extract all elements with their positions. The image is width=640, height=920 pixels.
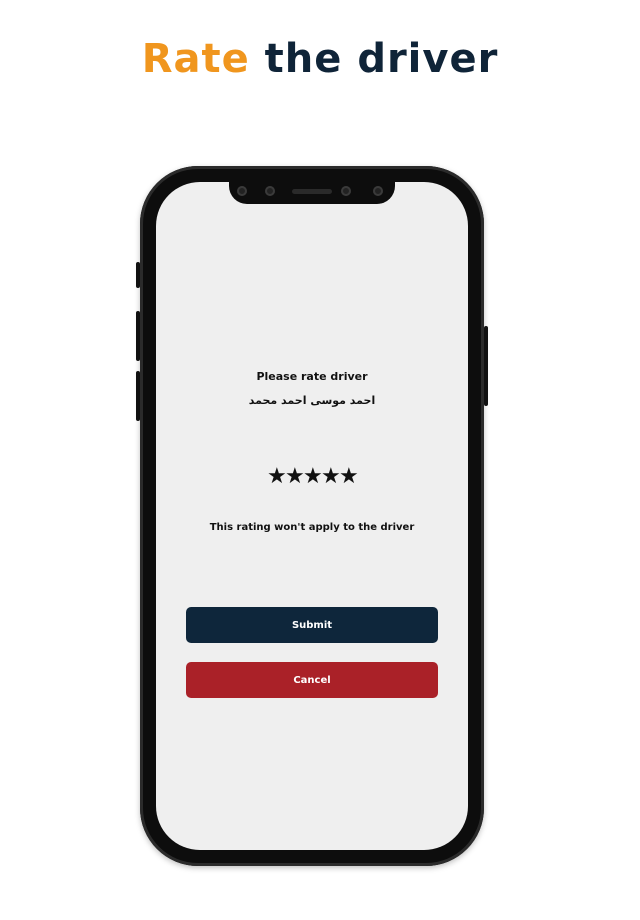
sensor-icon [237,186,247,196]
headline-accent-word: Rate [141,36,250,82]
star-rating[interactable]: ★★★★★ [156,466,468,488]
page-headline: Rate the driver [0,36,640,82]
earpiece-speaker [292,189,332,194]
star-icon-3[interactable]: ★ [303,466,323,488]
phone-notch [229,182,395,204]
volume-up-button [136,262,140,288]
rate-prompt: Please rate driver [256,370,368,383]
rating-note: This rating won't apply to the driver [209,522,415,533]
power-button [484,326,488,406]
driver-name: احمد موسى احمد محمد [248,394,376,407]
phone-screen: Please rate driver احمد موسى احمد محمد ★… [156,182,468,850]
star-icon-1[interactable]: ★ [267,466,287,488]
headline-rest: the driver [249,36,499,82]
proximity-sensor-icon [341,186,351,196]
star-icon-5[interactable]: ★ [339,466,359,488]
mute-switch [136,371,140,421]
front-camera-icon [265,186,275,196]
cancel-button[interactable]: Cancel [186,662,438,698]
phone-frame: Please rate driver احمد موسى احمد محمد ★… [136,166,488,866]
volume-down-button [136,311,140,361]
star-icon-2[interactable]: ★ [285,466,305,488]
submit-button[interactable]: Submit [186,607,438,643]
light-sensor-icon [373,186,383,196]
star-icon-4[interactable]: ★ [321,466,341,488]
